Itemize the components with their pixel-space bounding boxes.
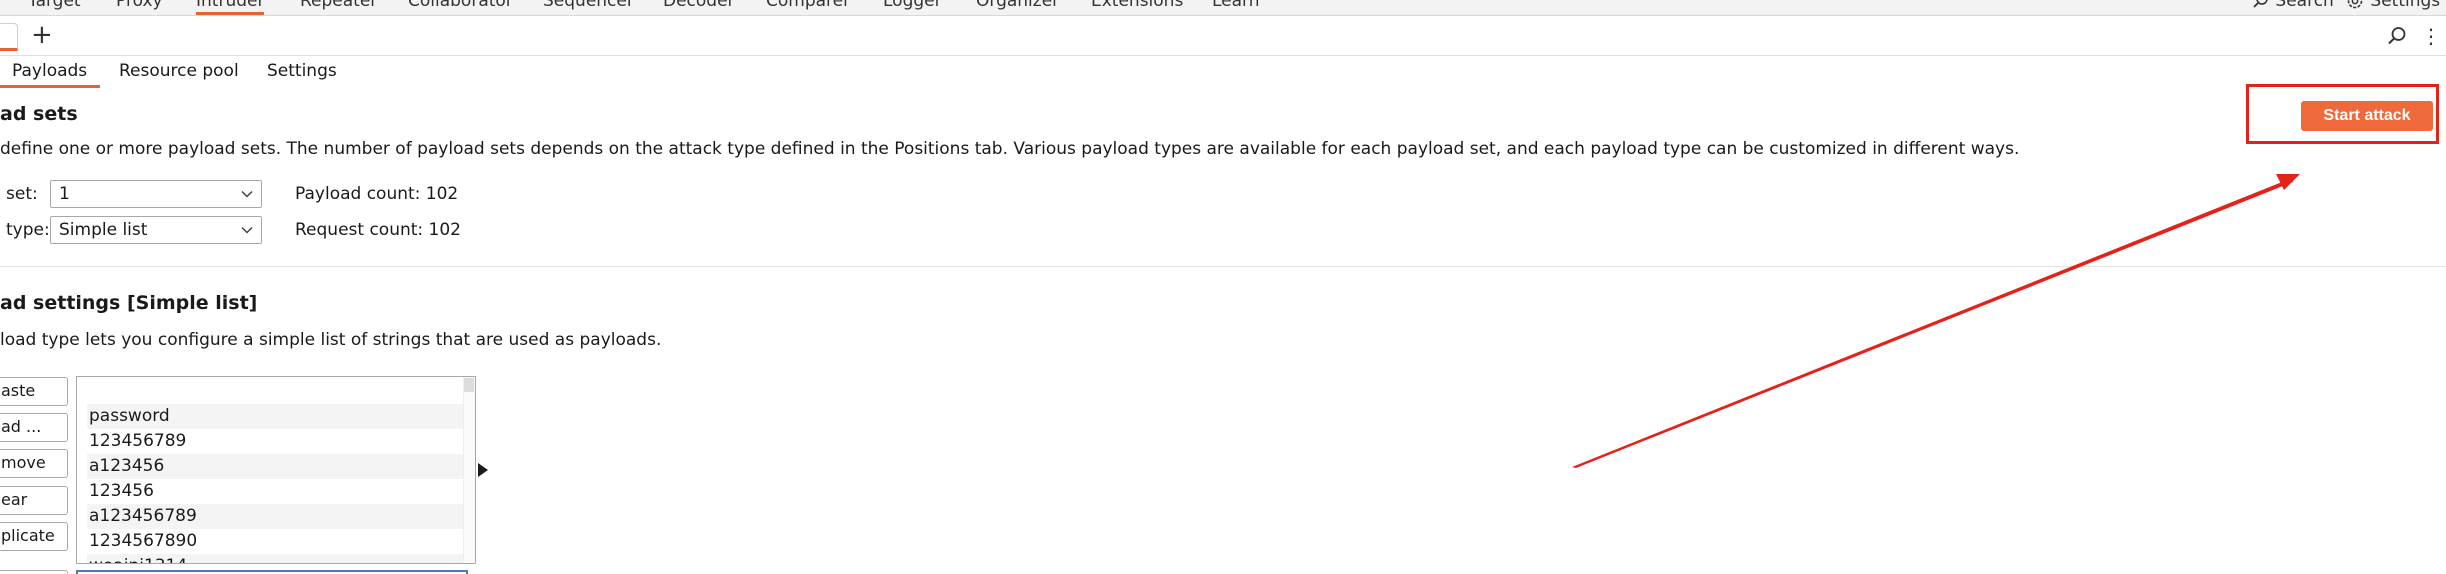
section-divider [0, 266, 2446, 267]
list-item[interactable]: a123456789 [87, 504, 463, 529]
payload-type-label: type: [6, 220, 50, 240]
attack-tab[interactable] [0, 23, 18, 51]
list-item[interactable]: 1234567890 [87, 529, 463, 554]
menu-collaborator[interactable]: Collaborator [408, 0, 513, 11]
menu-organizer[interactable]: Organizer [976, 0, 1059, 11]
intruder-sub-tabs: Payloads Resource pool Settings [0, 56, 2446, 88]
payload-sets-title: ad sets [0, 103, 78, 125]
payload-sets-description: define one or more payload sets. The num… [0, 139, 2020, 159]
chevron-down-icon [241, 190, 253, 198]
list-item[interactable]: password [87, 404, 463, 429]
clear-button[interactable]: ear [0, 486, 68, 515]
top-settings-button[interactable]: Settings [2345, 0, 2440, 11]
menu-sequencer[interactable]: Sequencer [543, 0, 634, 11]
menu-repeater[interactable]: Repeater [300, 0, 377, 11]
tab-resource-pool[interactable]: Resource pool [119, 60, 239, 88]
payload-type-value: Simple list [59, 220, 148, 240]
search-icon[interactable] [2386, 25, 2408, 47]
payload-count: Payload count: 102 [295, 184, 459, 204]
deduplicate-button[interactable]: plicate [0, 522, 68, 551]
chevron-down-icon [241, 226, 253, 234]
list-item[interactable]: 123456 [87, 479, 463, 504]
tab-settings[interactable]: Settings [267, 60, 337, 88]
list-scrollbar[interactable] [463, 377, 475, 563]
menu-learn[interactable]: Learn [1212, 0, 1260, 11]
menu-target[interactable]: Target [28, 0, 81, 11]
search-label: Search [2275, 0, 2334, 11]
list-item[interactable]: 123456789 [87, 429, 463, 454]
scrollbar-thumb[interactable] [464, 378, 474, 392]
list-item[interactable]: a123456 [87, 454, 463, 479]
annotation-highlight-box [2246, 84, 2439, 144]
remove-button[interactable]: move [0, 449, 68, 478]
payload-settings-title: ad settings [Simple list] [0, 292, 258, 314]
settings-label: Settings [2370, 0, 2441, 11]
payload-type-select[interactable]: Simple list [50, 216, 262, 244]
more-options-icon[interactable]: ⋮ [2421, 26, 2441, 46]
payload-settings-description: load type lets you configure a simple li… [0, 330, 662, 350]
top-menu-bar: Target Proxy Intruder Repeater Collabora… [0, 0, 2446, 16]
menu-comparer[interactable]: Comparer [766, 0, 850, 11]
request-count: Request count: 102 [295, 220, 461, 240]
menu-intruder[interactable]: Intruder [196, 0, 265, 15]
load-button[interactable]: ad ... [0, 413, 68, 442]
menu-logger[interactable]: Logger [883, 0, 942, 11]
menu-extensions[interactable]: Extensions [1091, 0, 1183, 11]
gear-icon [2347, 0, 2363, 9]
play-arrow-icon [478, 463, 488, 477]
payload-set-value: 1 [59, 184, 70, 204]
list-item[interactable]: woaini1314 [87, 554, 463, 563]
add-button[interactable] [0, 570, 68, 574]
top-search-button[interactable]: Search [2252, 0, 2334, 11]
search-icon [2253, 0, 2268, 8]
paste-button[interactable]: aste [0, 377, 68, 406]
payload-list[interactable]: password 123456789 a123456 123456 a12345… [76, 376, 476, 564]
add-tab-button[interactable]: + [31, 18, 53, 52]
intruder-tab-strip: + ⋮ [0, 16, 2446, 56]
payload-set-label: set: [6, 184, 38, 204]
tab-payloads[interactable]: Payloads [0, 60, 100, 88]
payload-set-select[interactable]: 1 [50, 180, 262, 208]
menu-proxy[interactable]: Proxy [116, 0, 163, 11]
menu-decoder[interactable]: Decoder [663, 0, 735, 11]
add-payload-input[interactable] [76, 570, 468, 574]
